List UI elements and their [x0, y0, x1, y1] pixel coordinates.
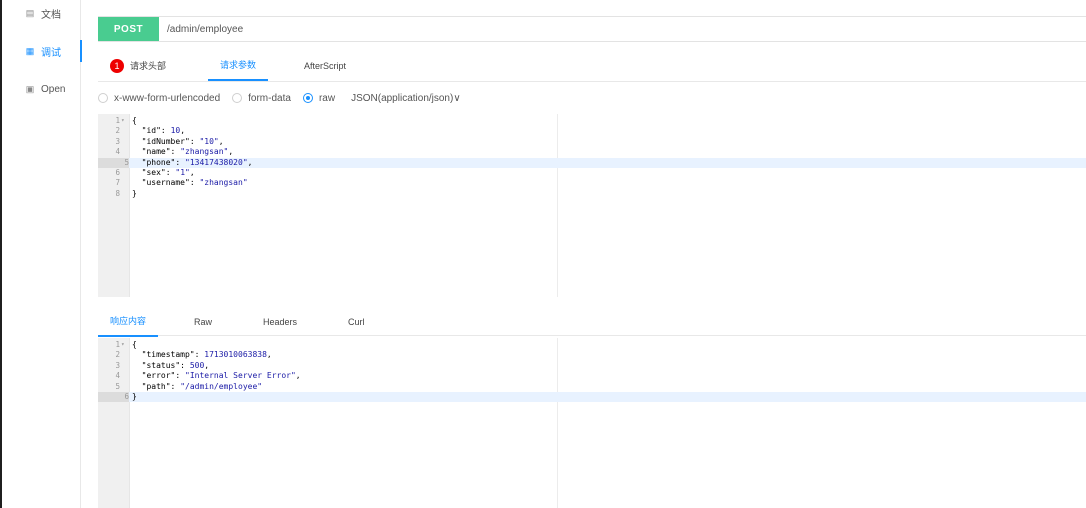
code-line[interactable]: 2 "id": 10,	[98, 126, 1086, 136]
radio-label: form-data	[248, 92, 291, 104]
tab-label: Headers	[263, 316, 298, 327]
code-line[interactable]: 7 "username": "zhangsan"	[98, 178, 1086, 188]
response-tabs: 响应内容 Raw Headers Curl	[98, 306, 1086, 337]
code-line[interactable]: 3 "idNumber": "10",	[98, 137, 1086, 147]
code-line[interactable]: 8}	[98, 189, 1086, 199]
line-number: 2	[115, 126, 120, 136]
tab-label: 请求头部	[130, 61, 167, 71]
code-line[interactable]: 6}	[98, 392, 1086, 403]
code-line[interactable]: 6 "sex": "1",	[98, 168, 1086, 178]
tab-afterscript[interactable]: AfterScript	[304, 50, 346, 81]
code-text: "error": "Internal Server Error",	[141, 371, 301, 381]
line-number: 6	[115, 168, 120, 177]
sidebar-item-label: 文档	[41, 9, 61, 21]
radio-circle[interactable]	[302, 93, 313, 103]
line-number: 8	[115, 188, 120, 198]
line-number: 1	[115, 340, 120, 349]
code-text: "name": "zhangsan",	[141, 147, 234, 157]
line-number: 5	[98, 157, 129, 168]
sidebar-item-open[interactable]: ▣ Open	[2, 78, 80, 100]
code-line[interactable]: 5 "path": "/admin/employee"	[98, 382, 1086, 392]
url-input[interactable]: /admin/employee	[167, 24, 243, 35]
debug-icon: ▦	[25, 45, 35, 56]
sidebar-item-docs[interactable]: ▤ 文档	[2, 2, 80, 24]
code-text: "phone": "13417438020",	[141, 157, 253, 167]
code-text: "username": "zhangsan"	[141, 178, 248, 188]
code-line[interactable]: 4 "error": "Internal Server Error",	[98, 371, 1086, 381]
code-line[interactable]: 4 "name": "zhangsan",	[98, 147, 1086, 157]
line-number: 1	[115, 116, 120, 125]
header-count-badge: 1	[110, 58, 124, 73]
tab-label: 响应内容	[109, 316, 146, 326]
code-text: "path": "/admin/employee"	[141, 381, 263, 391]
code-line[interactable]: 3 "status": 500,	[98, 361, 1086, 371]
document-icon: ▤	[25, 7, 35, 18]
main-panel: POST /admin/employee 1 请求头部 请求参数 AfterSc…	[98, 0, 1086, 508]
tab-headers[interactable]: Headers	[263, 306, 297, 337]
code-text: }	[132, 188, 137, 198]
code-text: {	[132, 116, 137, 125]
line-number: 3	[115, 136, 120, 146]
code-text: "idNumber": "10",	[141, 136, 224, 146]
method-badge[interactable]: POST	[98, 17, 159, 41]
code-text: "status": 500,	[141, 360, 210, 370]
code-text: "id": 10,	[141, 126, 186, 136]
line-number: 7	[115, 178, 120, 188]
code-text: }	[132, 392, 137, 401]
tab-response-content[interactable]: 响应内容	[98, 306, 158, 337]
line-number: 5	[115, 381, 120, 391]
radio-x-www-form-urlencoded[interactable]: x-www-form-urlencoded	[98, 93, 220, 104]
tab-label: Curl	[348, 316, 365, 327]
radio-label: x-www-form-urlencoded	[114, 92, 221, 104]
code-line[interactable]: 5 "phone": "13417438020",	[98, 157, 1086, 168]
radio-circle[interactable]	[98, 93, 108, 103]
tab-label: AfterScript	[304, 60, 347, 71]
body-type-selector: x-www-form-urlencoded form-data raw JSON…	[98, 90, 461, 106]
line-number: 4	[115, 147, 120, 157]
sidebar-item-label: 调试	[41, 47, 61, 59]
fold-toggle-icon[interactable]: ▾	[121, 116, 125, 126]
open-file-icon: ▣	[25, 83, 35, 94]
sidebar-item-label: Open	[41, 83, 66, 95]
tab-request-params[interactable]: 请求参数	[208, 50, 268, 81]
code-line[interactable]: 1 ▾ {	[98, 116, 1086, 126]
content-type-dropdown[interactable]: JSON(application/json)∨	[351, 93, 461, 104]
line-number: 2	[115, 350, 120, 360]
radio-label: raw	[318, 92, 336, 104]
url-bar: POST /admin/employee	[98, 16, 1086, 42]
code-line[interactable]: 2 "timestamp": 1713010063838,	[98, 350, 1086, 360]
line-number: 6	[98, 392, 129, 403]
code-text: {	[132, 340, 137, 349]
radio-form-data[interactable]: form-data	[232, 93, 291, 104]
response-body-editor[interactable]: 1 ▾{2 "timestamp": 1713010063838, 3 "statu…	[98, 338, 1086, 508]
fold-toggle-icon[interactable]: ▾	[121, 340, 125, 350]
line-number: 4	[115, 371, 120, 381]
tab-request-headers[interactable]: 1 请求头部	[110, 50, 166, 81]
radio-raw[interactable]: raw	[302, 92, 336, 104]
sidebar-item-debug[interactable]: ▦ 调试	[2, 40, 82, 62]
code-line[interactable]: 1 ▾ {	[98, 340, 1086, 350]
tab-label: 请求参数	[219, 60, 256, 70]
code-text: "sex": "1",	[141, 168, 195, 177]
tab-raw[interactable]: Raw	[194, 306, 212, 337]
code-text: "timestamp": 1713010063838,	[141, 350, 272, 360]
request-tabs: 1 请求头部 请求参数 AfterScript	[98, 50, 1086, 82]
tab-label: Raw	[194, 316, 213, 327]
radio-circle[interactable]	[232, 93, 243, 103]
tab-curl[interactable]: Curl	[348, 306, 365, 337]
request-body-editor[interactable]: 1 ▾{2 "id": 10, 3 "idNumber": "10", 4 "name…	[98, 114, 1086, 297]
sidebar: ▤ 文档 ▦ 调试 ▣ Open	[2, 0, 82, 508]
line-number: 3	[115, 360, 120, 370]
